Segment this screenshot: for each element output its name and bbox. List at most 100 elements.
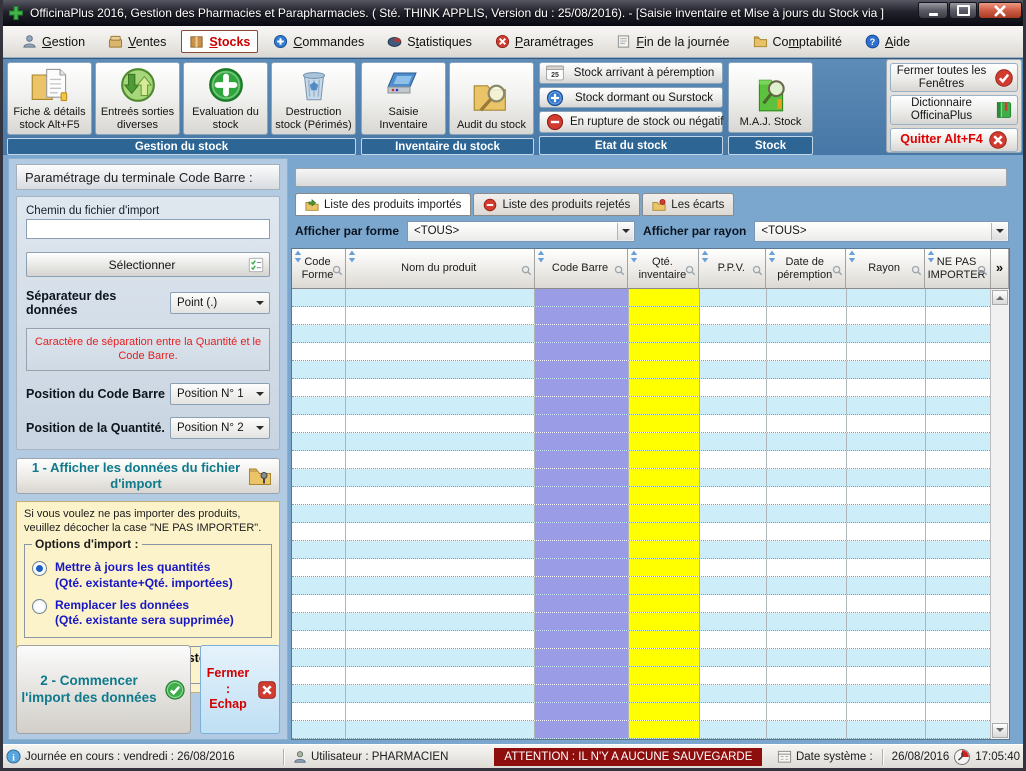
menu-item-gestion[interactable]: Gestion [14,30,93,53]
grid-cell[interactable] [767,325,847,342]
grid-cell[interactable] [847,397,926,414]
column-header-rayon[interactable]: Rayon [846,249,925,289]
entrees-sorties-diverses-button[interactable]: Entreés sorties diverses [95,62,180,135]
grid-row[interactable] [292,541,992,559]
minimize-button[interactable] [918,2,948,19]
grid-cell[interactable] [700,487,767,504]
grid-cell[interactable] [767,721,847,738]
grid-cell[interactable] [535,559,629,576]
grid-cell[interactable] [926,613,992,630]
grid-cell[interactable] [926,577,992,594]
grid-cell[interactable] [847,505,926,522]
filter-rayon-dropdown[interactable]: <TOUS> [754,221,1009,242]
grid-row[interactable] [292,379,992,397]
grid-cell[interactable] [535,433,629,450]
grid-row[interactable] [292,685,992,703]
grid-cell[interactable] [629,559,700,576]
grid-cell[interactable] [767,559,847,576]
grid-cell[interactable] [847,595,926,612]
grid-cell[interactable] [629,433,700,450]
grid-cell[interactable] [535,397,629,414]
grid-cell[interactable] [346,289,535,306]
grid-cell[interactable] [847,379,926,396]
grid-cell[interactable] [292,307,346,324]
grid-cell[interactable] [926,433,992,450]
grid-cell[interactable] [847,307,926,324]
barcode-position-dropdown[interactable]: Position N° 1 [170,383,270,405]
grid-cell[interactable] [847,649,926,666]
grid-cell[interactable] [346,307,535,324]
grid-cell[interactable] [926,595,992,612]
grid-cell[interactable] [292,703,346,720]
grid-cell[interactable] [629,415,700,432]
select-file-button[interactable]: Sélectionner [26,252,270,277]
grid-cell[interactable] [292,415,346,432]
grid-cell[interactable] [847,523,926,540]
grid-cell[interactable] [629,523,700,540]
grid-cell[interactable] [535,505,629,522]
grid-cell[interactable] [346,541,535,558]
grid-cell[interactable] [292,667,346,684]
destruction-stock-perimes-button[interactable]: Destruction stock (Périmés) [271,62,356,135]
grid-cell[interactable] [847,469,926,486]
grid-row[interactable] [292,559,992,577]
grid-cell[interactable] [767,379,847,396]
import-path-input[interactable] [26,219,270,239]
sort-icon[interactable] [848,250,856,263]
grid-cell[interactable] [292,379,346,396]
grid-cell[interactable] [767,685,847,702]
grid-cell[interactable] [535,451,629,468]
grid-cell[interactable] [767,595,847,612]
grid-row[interactable] [292,343,992,361]
grid-cell[interactable] [700,559,767,576]
column-header-nom-du-produit[interactable]: Nom du produit [346,249,535,289]
grid-cell[interactable] [292,577,346,594]
grid-cell[interactable] [847,577,926,594]
grid-cell[interactable] [926,343,992,360]
grid-cell[interactable] [629,613,700,630]
grid-cell[interactable] [700,343,767,360]
grid-row[interactable] [292,703,992,721]
grid-cell[interactable] [847,451,926,468]
grid-cell[interactable] [346,433,535,450]
filter-form-dropdown[interactable]: <TOUS> [407,221,635,242]
close-button[interactable] [978,2,1022,19]
grid-cell[interactable] [767,631,847,648]
grid-cell[interactable] [767,703,847,720]
scroll-up-button[interactable] [992,290,1008,305]
grid-cell[interactable] [926,451,992,468]
grid-row[interactable] [292,433,992,451]
grid-cell[interactable] [629,631,700,648]
grid-cell[interactable] [700,505,767,522]
sort-icon[interactable] [294,250,302,263]
grid-cell[interactable] [847,631,926,648]
grid-row[interactable] [292,487,992,505]
grid-cell[interactable] [700,361,767,378]
grid-row[interactable] [292,325,992,343]
grid-cell[interactable] [926,523,992,540]
tab-gaps[interactable]: Les écarts [642,193,734,216]
grid-row[interactable] [292,415,992,433]
grid-cell[interactable] [926,379,992,396]
m-a-j-stock-button[interactable]: M.A.J. Stock [728,62,813,133]
grid-cell[interactable] [535,469,629,486]
grid-cell[interactable] [535,703,629,720]
menu-item-ventes[interactable]: Ventes [100,30,174,53]
grid-cell[interactable] [700,649,767,666]
grid-cell[interactable] [767,523,847,540]
grid-cell[interactable] [292,685,346,702]
grid-cell[interactable] [926,703,992,720]
grid-cell[interactable] [847,289,926,306]
grid-row[interactable] [292,667,992,685]
grid-cell[interactable] [346,721,535,738]
grid-row[interactable] [292,289,992,307]
grid-cell[interactable] [346,631,535,648]
grid-cell[interactable] [767,505,847,522]
grid-cell[interactable] [926,289,992,306]
grid-cell[interactable] [926,631,992,648]
grid-cell[interactable] [292,451,346,468]
menu-item-aide[interactable]: ?Aide [857,30,918,53]
grid-cell[interactable] [535,289,629,306]
show-import-data-button[interactable]: 1 - Afficher les données du fichier d'im… [16,458,280,494]
grid-row[interactable] [292,307,992,325]
